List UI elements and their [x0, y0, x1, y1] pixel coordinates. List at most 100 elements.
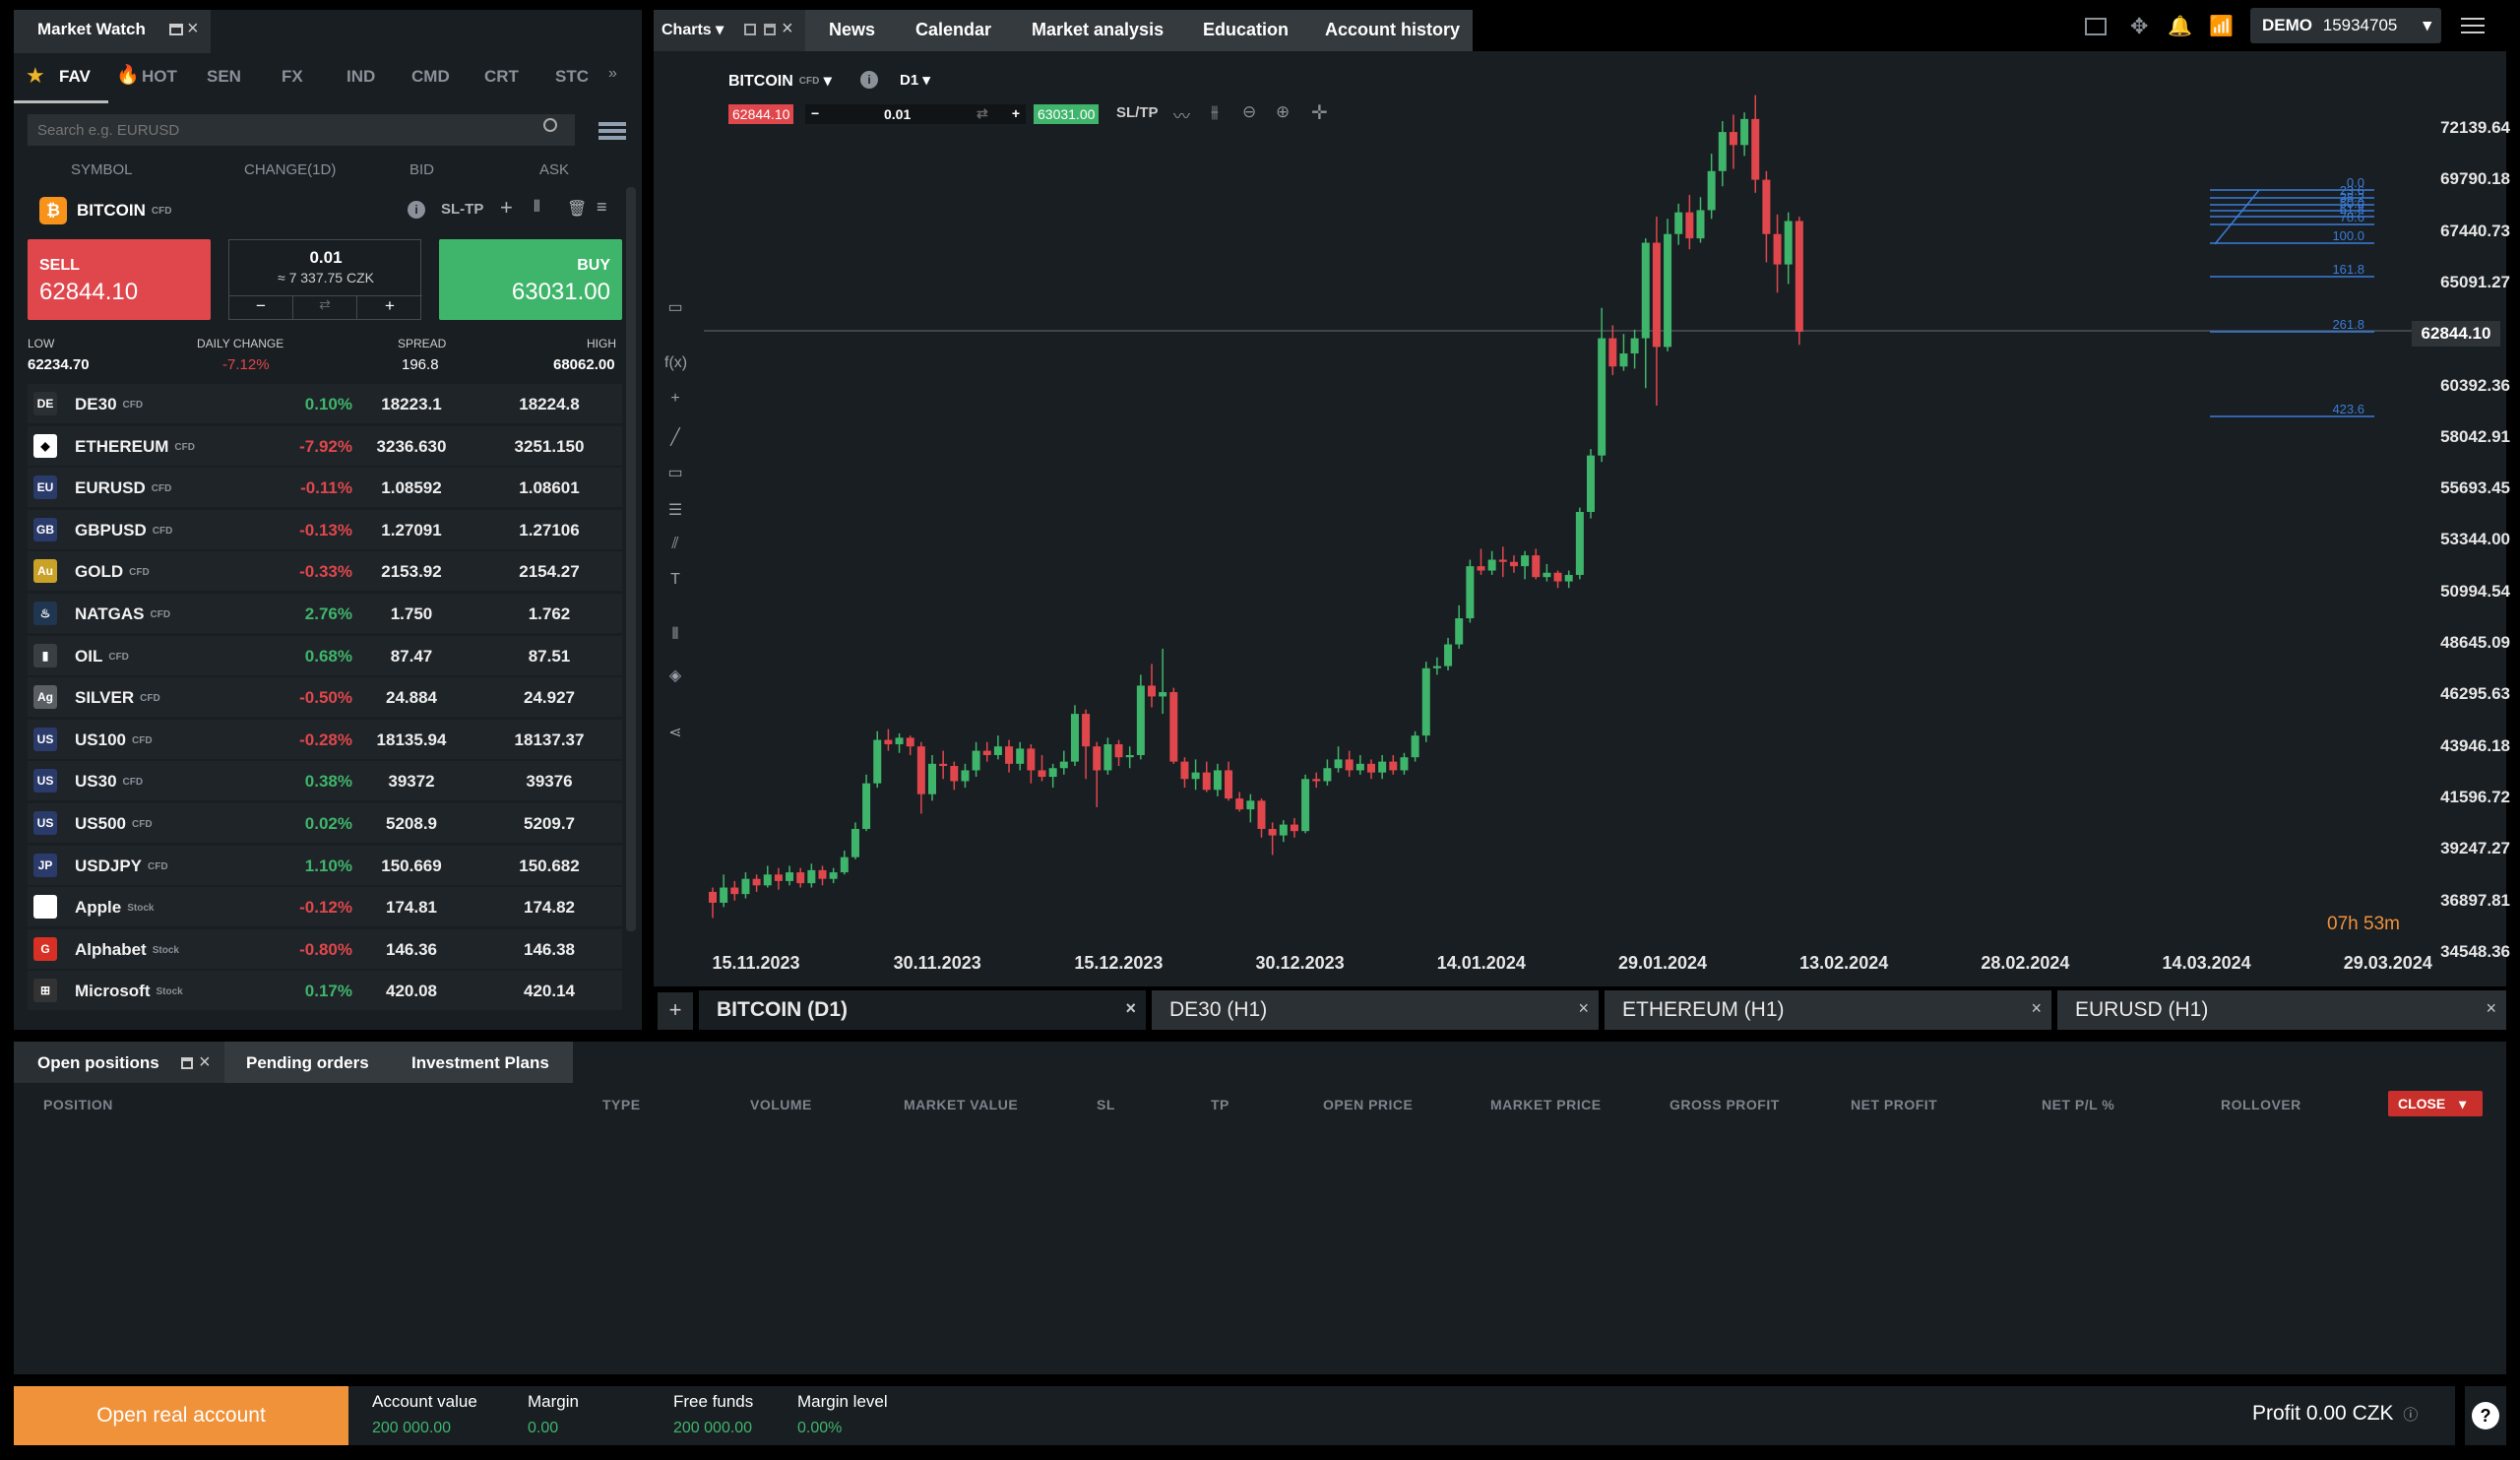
tab-ind[interactable]: IND [346, 67, 375, 87]
close-tab-icon[interactable]: × [2031, 998, 2042, 1019]
list-item[interactable]: ◆ ETHEREUM CFD -7.92% 3236.630 3251.150 [28, 425, 622, 466]
candle [1268, 828, 1277, 836]
buy-button[interactable]: BUY 63031.00 [439, 239, 622, 320]
list-icon[interactable]: ≡ [597, 197, 607, 218]
close-positions-icon[interactable]: × [199, 1051, 211, 1074]
y-tick-label: 58042.91 [2440, 426, 2510, 446]
close-charts-icon[interactable]: × [782, 18, 793, 40]
candle [1180, 761, 1189, 780]
close-tab-icon[interactable]: × [2486, 998, 2496, 1019]
maximize-chart-icon[interactable] [764, 24, 776, 35]
bell-icon[interactable]: 🔔 [2168, 14, 2192, 38]
nav-account-history[interactable]: Account history [1325, 20, 1460, 40]
list-item[interactable]: JP USDJPY CFD 1.10% 150.669 150.682 [28, 845, 622, 885]
list-scrollbar[interactable] [626, 187, 636, 931]
chart-tab-de30[interactable]: DE30 (H1) × [1152, 990, 1599, 1030]
trendline-icon[interactable]: ╱ [664, 427, 686, 449]
list-item[interactable]: ▮ OIL CFD 0.68% 87.47 87.51 [28, 635, 622, 675]
instrument-symbol: OIL CFD [75, 646, 129, 666]
list-item[interactable]: Apple Stock -0.12% 174.81 174.82 [28, 887, 622, 927]
info-icon[interactable]: ⓘ [2403, 1407, 2418, 1424]
cursor-icon[interactable]: ▭ [664, 297, 686, 319]
add-drawing-icon[interactable]: + [664, 390, 686, 412]
x-tick-label: 14.03.2024 [2162, 953, 2251, 973]
tab-cmd[interactable]: CMD [411, 67, 450, 87]
nav-news[interactable]: News [829, 20, 875, 40]
sltp-button[interactable]: SL-TP [441, 201, 483, 218]
rectangle-icon[interactable]: ▭ [664, 463, 686, 484]
more-tabs-icon[interactable]: » [608, 65, 617, 83]
add-icon[interactable]: + [500, 195, 513, 221]
list-item[interactable]: Au GOLD CFD -0.33% 2153.92 2154.27 [28, 551, 622, 592]
settings-bars-icon[interactable]: ⫴ [664, 626, 686, 648]
indicators-icon[interactable]: f(x) [664, 354, 687, 376]
channel-icon[interactable]: ⫽ [664, 536, 686, 557]
account-selector[interactable]: DEMO 15934705 ▾ [2250, 8, 2441, 43]
list-item[interactable]: EU EURUSD CFD -0.11% 1.08592 1.08601 [28, 468, 622, 508]
tab-hot[interactable]: HOT [142, 67, 177, 87]
chart-tab-bitcoin[interactable]: BITCOIN (D1) × [699, 990, 1146, 1030]
list-item[interactable]: US US100 CFD -0.28% 18135.94 18137.37 [28, 719, 622, 759]
tab-pending-orders-label[interactable]: Pending orders [246, 1053, 369, 1073]
fibonacci-icon[interactable]: ☰ [664, 500, 686, 522]
grid-view-icon[interactable] [598, 120, 626, 140]
add-chart-button[interactable]: + [658, 992, 693, 1030]
nav-calendar[interactable]: Calendar [915, 20, 991, 40]
sell-button[interactable]: SELL 62844.10 [28, 239, 211, 320]
nav-market-analysis[interactable]: Market analysis [1032, 20, 1164, 40]
network-icon[interactable]: ✥ [2130, 14, 2148, 39]
tab-fav[interactable]: FAV [59, 67, 91, 87]
volume-swap-button[interactable]: ⇄ [292, 295, 357, 319]
list-item[interactable]: US US30 CFD 0.38% 39372 39376 [28, 761, 622, 801]
candle [928, 763, 936, 794]
volume-value[interactable]: 0.01 [229, 248, 422, 268]
chart-tab-eurusd[interactable]: EURUSD (H1) × [2057, 990, 2506, 1030]
layout-icon[interactable] [2085, 18, 2107, 35]
tab-sen[interactable]: SEN [207, 67, 241, 87]
list-item[interactable]: US US500 CFD 0.02% 5208.9 5209.7 [28, 803, 622, 843]
detach-icon[interactable] [744, 24, 756, 35]
list-item[interactable]: ♨ NATGAS CFD 2.76% 1.750 1.762 [28, 594, 622, 633]
nav-education[interactable]: Education [1203, 20, 1289, 40]
list-item[interactable]: GB GBPUSD CFD -0.13% 1.27091 1.27106 [28, 509, 622, 549]
positions-column-header: ROLLOVER [2221, 1097, 2301, 1112]
tab-crt[interactable]: CRT [484, 67, 519, 87]
tab-open-positions[interactable]: Open positions [37, 1053, 159, 1073]
close-all-button[interactable]: CLOSE ▾ [2388, 1091, 2483, 1116]
share-icon[interactable]: ⋖ [664, 723, 686, 744]
maximize-icon[interactable] [169, 24, 183, 35]
candle [1487, 559, 1496, 571]
tab-investment-plans[interactable]: Investment Plans [411, 1053, 549, 1073]
chart-tab-ethereum[interactable]: ETHEREUM (H1) × [1605, 990, 2051, 1030]
list-item[interactable]: Ag SILVER CFD -0.50% 24.884 24.927 [28, 677, 622, 718]
hamburger-menu-icon[interactable] [2461, 18, 2485, 33]
chart-settings-icon[interactable]: ⫴ [534, 199, 540, 217]
instrument-bid: 1.08592 [381, 478, 442, 498]
layers-icon[interactable]: ◈ [664, 666, 686, 687]
fav-star-icon[interactable]: ★ [26, 63, 45, 89]
tab-stc[interactable]: STC [555, 67, 589, 87]
open-real-account-button[interactable]: Open real account [14, 1386, 348, 1445]
instrument-bid: 174.81 [386, 898, 437, 918]
list-item[interactable]: G Alphabet Stock -0.80% 146.36 146.38 [28, 928, 622, 969]
help-button[interactable]: ? [2465, 1386, 2506, 1445]
tab-fx[interactable]: FX [282, 67, 303, 87]
delete-icon[interactable]: 🗑 [567, 199, 587, 219]
maximize-positions-icon[interactable] [181, 1057, 193, 1069]
volume-minus-button[interactable]: − [229, 295, 292, 319]
candle [862, 783, 871, 829]
close-icon[interactable]: × [187, 18, 199, 40]
close-tab-icon[interactable]: × [1578, 998, 1589, 1019]
list-item[interactable]: DE DE30 CFD 0.10% 18223.1 18224.8 [28, 384, 622, 423]
charts-menu[interactable]: Charts ▾ [662, 20, 724, 39]
volume-plus-button[interactable]: + [357, 295, 422, 319]
volume-czk: ≈ 7 337.75 CZK [278, 270, 374, 286]
price-chart[interactable]: 0.023.638.250.061.878.6100.0161.8261.842… [689, 79, 2461, 965]
text-tool-icon[interactable]: T [664, 571, 686, 593]
close-tab-icon[interactable]: × [1125, 998, 1136, 1019]
search-input[interactable] [28, 114, 575, 146]
search-icon[interactable] [543, 118, 557, 132]
instrument-symbol: NATGAS CFD [75, 604, 171, 623]
info-icon[interactable]: i [408, 201, 425, 219]
list-item[interactable]: ⊞ Microsoft Stock 0.17% 420.08 420.14 [28, 971, 622, 1011]
